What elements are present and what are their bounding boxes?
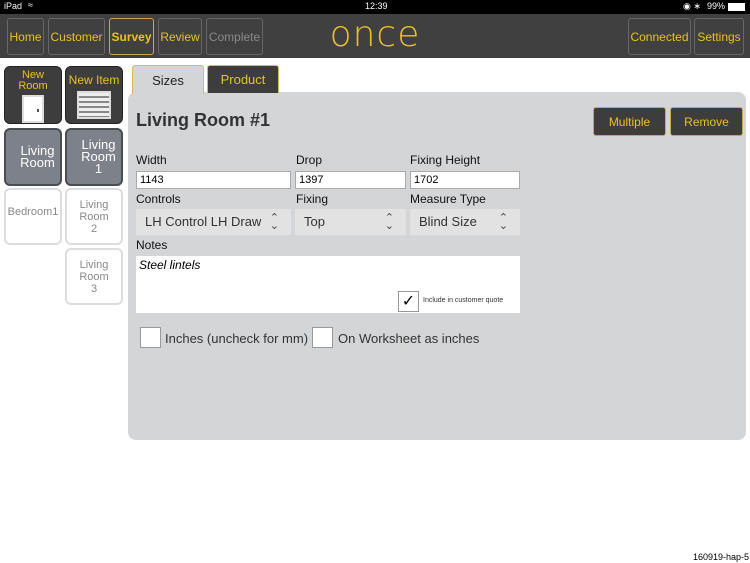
width-label: Width [136,153,167,167]
nav-review[interactable]: Review [158,18,202,55]
inches-checkbox[interactable] [140,327,161,348]
item-label: Room [79,270,109,283]
page-title: Living Room #1 [136,110,271,130]
version-label: 160919-hap-5 [692,552,749,562]
new-item-label: New Item [68,73,120,87]
nav-home[interactable]: Home [7,18,44,55]
chevron-updown-icon: ⌃ ⌄ [384,212,394,232]
item-number: 2 [90,222,98,235]
room-label: Living Room [20,143,55,170]
tab-product[interactable]: Product [207,65,279,93]
room-label: Bedroom1 [7,206,59,218]
inches-label: Inches (uncheck for mm) [165,331,309,346]
wifi-icon: ≈ [28,0,33,10]
fixing-height-label: Fixing Height [410,153,481,167]
multiple-button[interactable]: Multiple [593,107,666,136]
notes-text: Steel lintels [139,258,201,272]
worksheet-inches-label: On Worksheet as inches [338,331,480,346]
controls-label: Controls [136,192,181,206]
measure-type-select[interactable]: Blind Size ⌃ ⌄ [410,209,520,235]
controls-value: LH Control LH Draw [145,214,262,229]
controls-select[interactable]: LH Control LH Draw ⌃ ⌄ [136,209,291,235]
drop-input[interactable]: 1397 [295,171,406,189]
settings-button[interactable]: Settings [694,18,744,55]
status-bar: iPad ≈ 12:39 ◉ ∗ 99% [0,0,750,14]
device-label: iPad [4,1,23,11]
tab-sizes[interactable]: Sizes [132,65,204,94]
fixing-height-input[interactable]: 1702 [410,171,520,189]
width-input[interactable]: 1143 [136,171,291,189]
item-number: 3 [90,282,98,295]
notes-textarea[interactable]: Steel lintels ✓ Include in customer quot… [136,256,520,313]
notes-label: Notes [136,238,168,252]
nav-complete[interactable]: Complete [206,18,263,55]
battery-icon [728,3,745,11]
new-item-button[interactable]: New Item [65,66,123,124]
item-label: Living [79,198,109,211]
measure-type-value: Blind Size [419,214,477,229]
fixing-select[interactable]: Top ⌃ ⌄ [295,209,406,235]
nav-customer[interactable]: Customer [48,18,105,55]
logo: once [329,14,421,55]
chevron-updown-icon: ⌃ ⌄ [269,212,279,232]
connected-button[interactable]: Connected [628,18,691,55]
worksheet-inches-checkbox[interactable] [312,327,333,348]
blind-icon [77,91,111,119]
door-icon [22,95,44,123]
item-living-room-2[interactable]: Living Room 2 [65,188,123,245]
item-label: Living [79,258,109,271]
item-number: 1 [94,161,103,176]
item-label: Room [79,210,109,223]
remove-button[interactable]: Remove [670,107,743,136]
nav-survey[interactable]: Survey [109,18,154,55]
clock: 12:39 [365,1,388,11]
include-quote-label: Include in customer quote [423,297,504,304]
drop-label: Drop [296,153,323,167]
new-room-button[interactable]: New Room [4,66,62,124]
battery-percent: 99% [707,1,726,11]
item-living-room-3[interactable]: Living Room 3 [65,248,123,305]
bluetooth-icon: ◉ ∗ [683,1,701,11]
include-quote-checkbox[interactable]: ✓ [398,291,419,312]
measure-type-label: Measure Type [410,192,486,206]
fixing-label: Fixing [296,192,329,206]
chevron-updown-icon: ⌃ ⌄ [498,212,508,232]
fixing-value: Top [304,214,325,229]
new-room-label: New Room [18,69,48,92]
room-living-room[interactable]: Living Room [4,128,62,186]
room-bedroom1[interactable]: Bedroom1 [4,188,62,245]
item-living-room-1[interactable]: Living Room 1 [65,128,123,186]
